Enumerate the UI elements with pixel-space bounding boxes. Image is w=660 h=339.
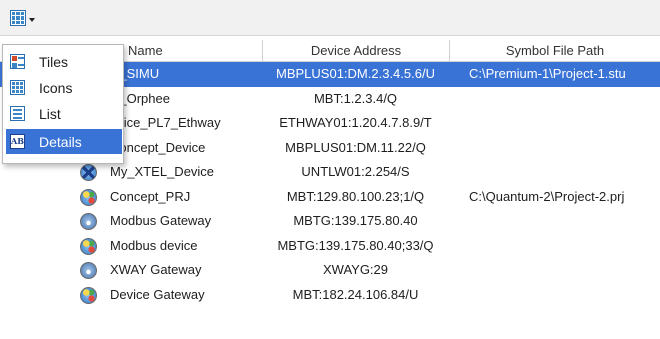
row-name: Concept_PRJ bbox=[110, 188, 191, 204]
menu-item-details[interactable]: AB Details bbox=[6, 129, 122, 154]
globe-icon bbox=[80, 188, 97, 206]
gateway-icon bbox=[80, 213, 97, 230]
table-row[interactable]: XWAY Gateway XWAYG:29 bbox=[0, 258, 660, 283]
menu-item-label: Details bbox=[39, 133, 82, 150]
row-name: Concept_Device bbox=[110, 139, 206, 155]
details-icon: AB bbox=[10, 134, 25, 149]
caret-down-icon[interactable] bbox=[29, 18, 35, 22]
table-row[interactable]: Device Gateway MBT:182.24.106.84/U bbox=[0, 283, 660, 308]
row-symbol-path bbox=[449, 209, 660, 234]
row-address: XWAYG:29 bbox=[322, 262, 389, 277]
list-icon bbox=[10, 106, 25, 121]
row-symbol-path bbox=[449, 136, 660, 161]
menu-item-tiles[interactable]: Tiles bbox=[6, 49, 122, 74]
row-name: Modbus device bbox=[110, 237, 198, 253]
globe-icon bbox=[80, 237, 97, 255]
menu-item-list[interactable]: List bbox=[6, 101, 122, 126]
menu-item-icons[interactable]: Icons bbox=[6, 75, 122, 100]
row-address: MBT:182.24.106.84/U bbox=[292, 286, 419, 302]
table-row[interactable]: Modbus Gateway MBTG:139.175.80.40 bbox=[0, 209, 660, 234]
row-address: MBTG:139.175.80.40 bbox=[293, 213, 418, 228]
icons-icon bbox=[10, 80, 25, 95]
row-address: MBPLUS01:DM.11.22/Q bbox=[285, 139, 426, 155]
row-name: XWAY Gateway bbox=[110, 262, 202, 277]
gateway-icon bbox=[80, 262, 97, 279]
toolbar bbox=[0, 0, 660, 36]
column-header-symbol-file-path[interactable]: Symbol File Path bbox=[449, 40, 660, 62]
row-symbol-path bbox=[449, 234, 660, 259]
row-name: My_XTEL_Device bbox=[110, 164, 215, 179]
menu-item-label: Tiles bbox=[39, 53, 69, 70]
view-mode-menu: Tiles Icons List AB Details bbox=[2, 44, 124, 164]
row-name: Device Gateway bbox=[110, 286, 205, 302]
column-header-name[interactable]: Name bbox=[120, 40, 262, 62]
row-address: ETHWAY01:1.20.4.7.8.9/T bbox=[279, 115, 432, 130]
globe-icon bbox=[80, 286, 97, 304]
row-address: MBT:129.80.100.23;1/Q bbox=[286, 188, 425, 204]
row-symbol-path bbox=[449, 283, 660, 308]
row-symbol-path bbox=[449, 258, 660, 283]
menu-item-label: Icons bbox=[39, 79, 73, 96]
row-symbol-path: C:\Premium-1\Project-1.stu bbox=[469, 66, 626, 81]
tiles-icon bbox=[10, 54, 25, 69]
row-name: C_SIMU bbox=[110, 66, 160, 81]
view-mode-button[interactable] bbox=[6, 6, 42, 30]
row-symbol-path: C:\Quantum-2\Project-2.prj bbox=[469, 188, 625, 204]
row-address: MBT:1.2.3.4/Q bbox=[313, 90, 398, 106]
table-row[interactable]: Concept_PRJ MBT:129.80.100.23;1/Q C:\Qua… bbox=[0, 185, 660, 210]
table-row[interactable]: Modbus device MBTG:139.175.80.40;33/Q bbox=[0, 234, 660, 259]
globe-x-icon bbox=[80, 164, 97, 181]
row-address: UNTLW01:2.254/S bbox=[301, 164, 410, 179]
menu-item-label: List bbox=[39, 105, 61, 122]
column-header-device-address[interactable]: Device Address bbox=[262, 40, 449, 62]
row-address: MBTG:139.175.80.40;33/Q bbox=[277, 237, 434, 253]
row-address: MBPLUS01:DM.2.3.4.5.6/U bbox=[276, 66, 435, 81]
grid-view-icon bbox=[10, 10, 26, 26]
row-symbol-path bbox=[449, 87, 660, 112]
row-symbol-path bbox=[449, 160, 660, 185]
row-symbol-path bbox=[449, 111, 660, 136]
row-name: C_Orphee bbox=[110, 90, 170, 106]
row-name: evice_PL7_Ethway bbox=[110, 115, 221, 130]
row-name: Modbus Gateway bbox=[110, 213, 212, 228]
